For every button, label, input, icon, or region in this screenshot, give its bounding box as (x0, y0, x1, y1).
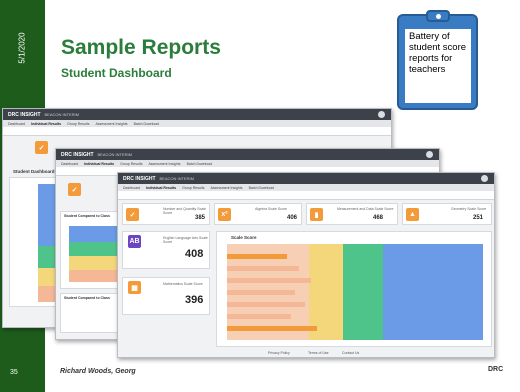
slide-title: Sample Reports (61, 36, 221, 59)
class-compare-title: Student Compared to Class (64, 214, 110, 218)
back-dashboard-title: Student Dashboard (13, 169, 55, 174)
tab-assessment-insights[interactable]: Assessment Insights (210, 186, 242, 190)
contact-us-link[interactable]: Contact Us (342, 351, 359, 355)
app-topbar: DRC INSIGHT BEACON INTERIM (118, 173, 494, 184)
metric-label: Algebra Scale Score (255, 207, 287, 211)
metric-card-algebra[interactable]: x² Algebra Scale Score 406 (214, 203, 302, 225)
tab-individual-results[interactable]: Individual Results (31, 122, 61, 126)
score-bar (227, 302, 305, 307)
tab-batch-download[interactable]: Batch Download (134, 122, 160, 126)
user-avatar-icon[interactable] (426, 151, 433, 158)
score-bar (227, 278, 311, 283)
metric-value: 406 (287, 215, 298, 221)
tab-dashboard[interactable]: Dashboard (61, 162, 78, 166)
screenshot-front: DRC INSIGHT BEACON INTERIM Dashboard Ind… (117, 172, 495, 358)
metric-card-measurement[interactable]: ▮ Measurement and Data Scale Score 468 (306, 203, 398, 225)
class-compare-title-2: Student Compared to Class (64, 296, 110, 300)
filter-row (3, 127, 391, 136)
score-bar (227, 290, 295, 295)
clipboard-clip-icon (426, 10, 450, 22)
slide: 5/1/2020 35 Sample Reports Student Dashb… (0, 0, 520, 392)
math-score-card[interactable]: ▦ Mathematics Scale Score 396 (122, 277, 210, 315)
tab-batch-download[interactable]: Batch Download (187, 162, 213, 166)
multiply-icon: x² (218, 208, 231, 221)
ela-book-icon: AB (128, 235, 141, 248)
filter-row (118, 191, 494, 200)
ela-score-card[interactable]: AB English Language Arts Scale Score 408 (122, 231, 210, 269)
metric-card-number-quantity[interactable]: ✓ Number and Quantity Scale Score 385 (122, 203, 210, 225)
tab-dashboard[interactable]: Dashboard (8, 122, 25, 126)
calculator-icon: ▦ (128, 281, 141, 294)
privacy-policy-link[interactable]: Privacy Policy (268, 351, 290, 355)
dashboard-icon: ✓ (35, 141, 48, 154)
tab-assessment-insights[interactable]: Assessment Insights (148, 162, 180, 166)
metric-label: Geometry Scale Score (451, 207, 487, 211)
tab-individual-results[interactable]: Individual Results (84, 162, 114, 166)
score-bar (227, 326, 317, 331)
app-brand-suffix: BEACON INTERIM (159, 176, 194, 181)
metric-value: 385 (195, 215, 206, 221)
metric-value: 251 (473, 215, 484, 221)
ela-score-label: English Language Arts Scale Score (163, 236, 208, 244)
app-tabs: Dashboard Individual Results Group Resul… (118, 184, 494, 191)
callout-text: Battery of student score reports for tea… (409, 31, 467, 75)
tab-group-results[interactable]: Group Results (67, 122, 89, 126)
user-avatar-icon[interactable] (481, 175, 488, 182)
dashboard-icon: ✓ (68, 183, 81, 196)
ruler-icon: ▮ (310, 208, 323, 221)
class-compare-panel: Student Compared to Class (60, 211, 124, 289)
terms-of-use-link[interactable]: Terms of Use (308, 351, 329, 355)
slide-subtitle: Student Dashboard (61, 66, 172, 80)
app-brand-suffix: BEACON INTERIM (44, 112, 79, 117)
tab-assessment-insights[interactable]: Assessment Insights (95, 122, 127, 126)
scale-score-chart: Scale Score (216, 231, 492, 347)
clipboard-callout: Battery of student score reports for tea… (397, 10, 478, 110)
tab-dashboard[interactable]: Dashboard (123, 186, 140, 190)
clipboard-paper: Battery of student score reports for tea… (405, 29, 471, 103)
app-brand-suffix: BEACON INTERIM (97, 152, 132, 157)
footer-author: Richard Woods, Georg (60, 368, 136, 375)
score-bar (227, 254, 287, 259)
metric-value: 468 (373, 215, 384, 221)
page-number: 35 (10, 369, 18, 376)
score-bar (227, 314, 291, 319)
chart-title: Scale Score (231, 235, 257, 240)
metric-label: Number and Quantity Scale Score (163, 207, 206, 215)
math-score-value: 396 (185, 294, 204, 306)
tab-individual-results[interactable]: Individual Results (146, 186, 176, 190)
app-topbar: DRC INSIGHT BEACON INTERIM (56, 149, 439, 160)
ela-score-value: 408 (185, 248, 204, 260)
app-topbar: DRC INSIGHT BEACON INTERIM (3, 109, 391, 120)
tab-batch-download[interactable]: Batch Download (249, 186, 275, 190)
app-tabs: Dashboard Individual Results Group Resul… (3, 120, 391, 127)
metric-label: Measurement and Data Scale Score (337, 207, 394, 211)
shapes-icon: ▲ (406, 208, 419, 221)
band-blue (383, 244, 483, 340)
class-compare-panel-2: Student Compared to Class (60, 293, 124, 333)
app-tabs: Dashboard Individual Results Group Resul… (56, 160, 439, 167)
math-score-label: Mathematics Scale Score (163, 282, 203, 286)
app-brand: DRC INSIGHT (8, 111, 41, 118)
score-bar (227, 266, 299, 271)
tab-group-results[interactable]: Group Results (120, 162, 142, 166)
footer-logo: DRC (488, 366, 504, 373)
app-brand: DRC INSIGHT (123, 175, 156, 182)
user-avatar-icon[interactable] (378, 111, 385, 118)
check-icon: ✓ (126, 208, 139, 221)
metric-card-geometry[interactable]: ▲ Geometry Scale Score 251 (402, 203, 492, 225)
app-brand: DRC INSIGHT (61, 151, 94, 158)
slide-date: 5/1/2020 (17, 32, 27, 64)
tab-group-results[interactable]: Group Results (182, 186, 204, 190)
band-green (343, 244, 383, 340)
